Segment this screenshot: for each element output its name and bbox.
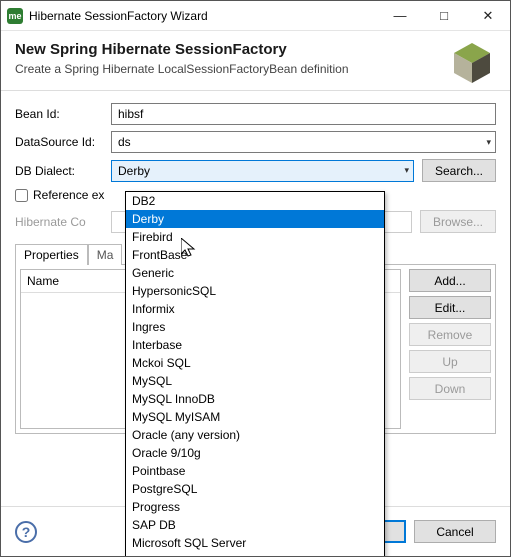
dropdown-option[interactable]: PostgreSQL xyxy=(126,480,384,498)
dropdown-option[interactable]: Interbase xyxy=(126,336,384,354)
db-dialect-value: Derby xyxy=(118,164,150,178)
chevron-down-icon: ▾ xyxy=(486,137,491,148)
dropdown-option[interactable]: Oracle 9/10g xyxy=(126,444,384,462)
db-dialect-dropdown[interactable]: DB2DerbyFirebirdFrontBaseGenericHyperson… xyxy=(125,191,385,557)
properties-buttons: Add... Edit... Remove Up Down xyxy=(401,269,491,429)
add-button[interactable]: Add... xyxy=(409,269,491,292)
wizard-header: New Spring Hibernate SessionFactory Crea… xyxy=(1,31,510,91)
reference-existing-checkbox[interactable] xyxy=(15,189,28,202)
window-title: Hibernate SessionFactory Wizard xyxy=(29,9,378,23)
dropdown-option[interactable]: Derby xyxy=(126,210,384,228)
db-dialect-label: DB Dialect: xyxy=(15,164,111,178)
reference-existing-label: Reference ex xyxy=(33,188,104,202)
close-button[interactable]: ✕ xyxy=(466,1,510,30)
hibernate-config-label: Hibernate Co xyxy=(15,215,111,229)
dropdown-option[interactable]: Informix xyxy=(126,300,384,318)
dropdown-option[interactable]: Progress xyxy=(126,498,384,516)
dropdown-option[interactable]: Firebird xyxy=(126,228,384,246)
dropdown-option[interactable]: MySQL InnoDB xyxy=(126,390,384,408)
dropdown-option[interactable]: MySQL xyxy=(126,372,384,390)
datasource-id-label: DataSource Id: xyxy=(15,135,111,149)
up-button: Up xyxy=(409,350,491,373)
datasource-id-value: ds xyxy=(118,135,131,149)
edit-button[interactable]: Edit... xyxy=(409,296,491,319)
dialog-window: me Hibernate SessionFactory Wizard ― □ ✕… xyxy=(0,0,511,557)
wizard-heading: New Spring Hibernate SessionFactory xyxy=(15,41,496,58)
help-button[interactable]: ? xyxy=(15,521,37,543)
maximize-button[interactable]: □ xyxy=(422,1,466,30)
bean-id-label: Bean Id: xyxy=(15,107,111,121)
dropdown-option[interactable]: Sybase xyxy=(126,552,384,557)
wizard-logo-icon xyxy=(448,39,496,87)
minimize-button[interactable]: ― xyxy=(378,1,422,30)
bean-id-input[interactable] xyxy=(111,103,496,125)
db-dialect-combo[interactable]: Derby ▾ xyxy=(111,160,414,182)
dropdown-option[interactable]: DB2 xyxy=(126,192,384,210)
remove-button: Remove xyxy=(409,323,491,346)
down-button: Down xyxy=(409,377,491,400)
tab-properties[interactable]: Properties xyxy=(15,244,88,265)
dropdown-option[interactable]: SAP DB xyxy=(126,516,384,534)
dropdown-option[interactable]: Microsoft SQL Server xyxy=(126,534,384,552)
dropdown-option[interactable]: FrontBase xyxy=(126,246,384,264)
title-bar: me Hibernate SessionFactory Wizard ― □ ✕ xyxy=(1,1,510,31)
app-icon: me xyxy=(7,8,23,24)
datasource-id-combo[interactable]: ds ▾ xyxy=(111,131,496,153)
cancel-button[interactable]: Cancel xyxy=(414,520,496,543)
search-button[interactable]: Search... xyxy=(422,159,496,182)
tab-mappings[interactable]: Ma xyxy=(88,244,123,265)
dropdown-option[interactable]: Oracle (any version) xyxy=(126,426,384,444)
chevron-down-icon: ▾ xyxy=(404,165,409,176)
wizard-subheading: Create a Spring Hibernate LocalSessionFa… xyxy=(15,62,496,76)
dropdown-option[interactable]: Generic xyxy=(126,264,384,282)
browse-button: Browse... xyxy=(420,210,496,233)
dropdown-option[interactable]: Pointbase xyxy=(126,462,384,480)
dropdown-option[interactable]: Mckoi SQL xyxy=(126,354,384,372)
dropdown-option[interactable]: HypersonicSQL xyxy=(126,282,384,300)
dropdown-option[interactable]: Ingres xyxy=(126,318,384,336)
dropdown-option[interactable]: MySQL MyISAM xyxy=(126,408,384,426)
